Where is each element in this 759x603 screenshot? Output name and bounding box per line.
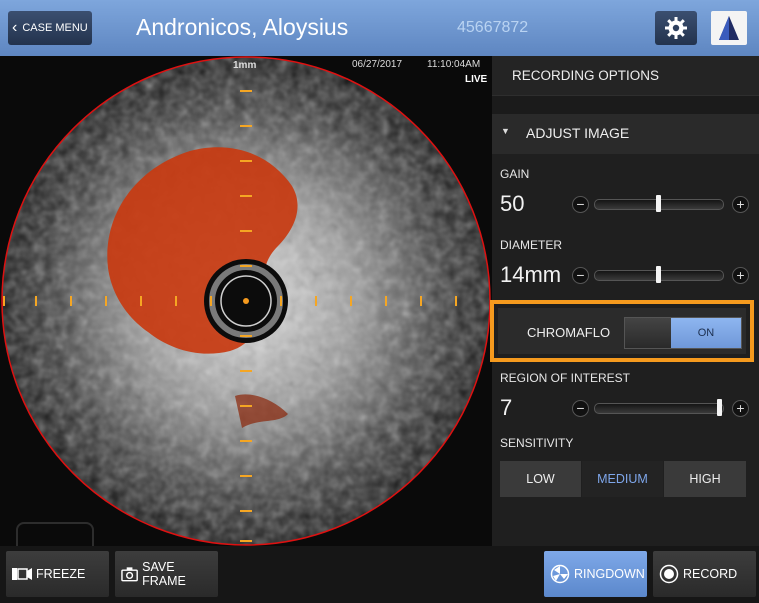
sensitivity-label: SENSITIVITY bbox=[500, 436, 574, 450]
save-frame-button[interactable]: SAVE FRAME bbox=[115, 551, 218, 597]
patient-name: Andronicos, Aloysius bbox=[136, 14, 349, 40]
case-menu-label: CASE MENU bbox=[22, 22, 88, 34]
roi-decrease-button[interactable]: − bbox=[572, 400, 589, 417]
roi-slider-thumb[interactable] bbox=[717, 399, 722, 416]
ringdown-icon bbox=[550, 564, 570, 584]
date-label: 06/27/2017 bbox=[352, 59, 403, 70]
live-indicator: LIVE bbox=[465, 74, 488, 85]
adjust-image-header[interactable]: ▼ ADJUST IMAGE bbox=[492, 114, 759, 154]
chromaflo-label: CHROMAFLO bbox=[527, 325, 611, 340]
save-frame-label: SAVE FRAME bbox=[142, 560, 186, 588]
freeze-button[interactable]: FREEZE bbox=[6, 551, 109, 597]
time-label: 11:10:04AM bbox=[427, 59, 481, 70]
ivus-cross-section bbox=[1, 56, 491, 546]
logo-icon bbox=[719, 16, 739, 40]
sensitivity-high-button[interactable]: HIGH bbox=[664, 461, 746, 497]
chevron-left-icon: ‹ bbox=[12, 19, 18, 36]
record-icon bbox=[659, 564, 679, 584]
ringdown-button[interactable]: RINGDOWN bbox=[544, 551, 647, 597]
case-menu-button[interactable]: ‹ CASE MENU bbox=[8, 11, 92, 45]
recording-options-header[interactable]: RECORDING OPTIONS bbox=[492, 56, 759, 96]
freeze-label: FREEZE bbox=[36, 567, 86, 581]
chromaflo-toggle-on[interactable]: ON bbox=[671, 318, 741, 348]
zoom-icon[interactable] bbox=[16, 522, 94, 546]
gain-value: 50 bbox=[500, 191, 525, 216]
sensitivity-medium-button[interactable]: MEDIUM bbox=[582, 461, 663, 497]
logo-button[interactable] bbox=[711, 11, 747, 45]
adjust-image-label: ADJUST IMAGE bbox=[526, 125, 630, 141]
camera-icon bbox=[121, 566, 138, 581]
roi-slider-track[interactable] bbox=[594, 403, 724, 414]
gain-label: GAIN bbox=[500, 167, 530, 181]
diameter-slider-thumb[interactable] bbox=[655, 266, 661, 283]
roi-increase-button[interactable]: + bbox=[732, 400, 749, 417]
chromaflo-toggle[interactable]: ON bbox=[624, 317, 742, 349]
caret-down-icon: ▼ bbox=[501, 126, 510, 136]
roi-label: REGION OF INTEREST bbox=[500, 371, 631, 385]
settings-button[interactable] bbox=[655, 11, 697, 45]
roi-value: 7 bbox=[500, 395, 513, 420]
diameter-increase-button[interactable]: + bbox=[732, 267, 749, 284]
scale-label: 1mm bbox=[233, 60, 257, 71]
header-bar bbox=[0, 0, 759, 56]
gain-decrease-button[interactable]: − bbox=[572, 196, 589, 213]
record-label: RECORD bbox=[683, 567, 738, 581]
gain-slider-thumb[interactable] bbox=[655, 195, 661, 212]
freeze-icon bbox=[12, 568, 32, 580]
gain-increase-button[interactable]: + bbox=[732, 196, 749, 213]
diameter-decrease-button[interactable]: − bbox=[572, 267, 589, 284]
diameter-value: 14mm bbox=[500, 262, 562, 287]
patient-id: 45667872 bbox=[457, 19, 529, 36]
diameter-label: DIAMETER bbox=[500, 238, 563, 252]
sensitivity-low-button[interactable]: LOW bbox=[500, 461, 581, 497]
chromaflo-toggle-off[interactable] bbox=[625, 318, 671, 348]
panel-divider bbox=[492, 96, 759, 114]
gear-icon bbox=[665, 17, 687, 39]
record-button[interactable]: RECORD bbox=[653, 551, 756, 597]
ringdown-label: RINGDOWN bbox=[574, 567, 645, 581]
ivus-image-viewer[interactable]: 1mm 06/27/2017 11:10:04AM LIVE bbox=[0, 56, 492, 546]
